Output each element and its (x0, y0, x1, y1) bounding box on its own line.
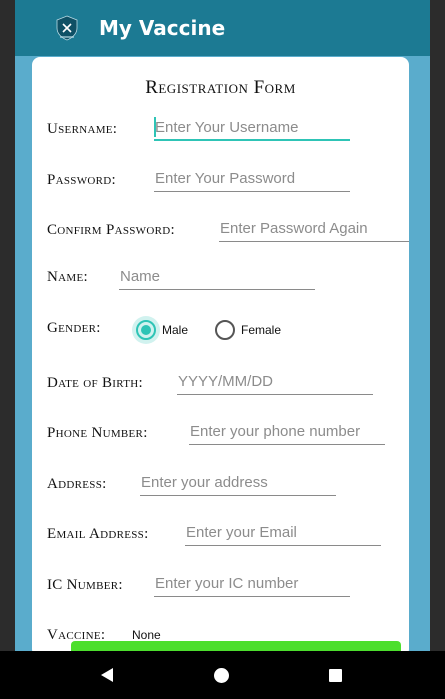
address-label: Address: (47, 476, 107, 492)
radio-checked-icon (136, 320, 156, 340)
home-icon (213, 667, 229, 683)
ic-input[interactable] (154, 571, 350, 595)
recents-icon (328, 668, 342, 682)
ic-field[interactable] (154, 571, 350, 597)
submit-button[interactable] (71, 641, 401, 651)
username-input[interactable] (154, 115, 350, 139)
address-field[interactable] (140, 470, 336, 496)
confirm-password-input[interactable] (219, 216, 409, 240)
ic-label: IC Number: (47, 577, 123, 593)
phone-field[interactable] (189, 419, 385, 445)
form-title: Registration Form (145, 77, 296, 98)
back-icon (101, 668, 113, 682)
text-cursor (154, 117, 156, 137)
gender-male-label: Male (162, 323, 189, 337)
password-label: Password: (47, 172, 116, 188)
right-frame (430, 0, 445, 651)
radio-unchecked-icon (215, 320, 235, 340)
app-bar: My Vaccine (15, 0, 430, 56)
email-input[interactable] (185, 520, 381, 544)
phone-input[interactable] (189, 419, 385, 443)
address-input[interactable] (140, 470, 336, 494)
confirm-password-label: Confirm Password: (47, 222, 175, 238)
app-logo-icon (56, 15, 78, 41)
left-frame (0, 0, 15, 651)
username-label: Username: (47, 121, 118, 137)
dob-label: Date of Birth: (47, 375, 143, 391)
gender-label: Gender: (47, 320, 101, 336)
phone-label: Phone Number: (47, 425, 148, 441)
password-input[interactable] (154, 166, 350, 190)
app-title: My Vaccine (99, 16, 226, 40)
name-input[interactable] (119, 264, 315, 288)
dob-input[interactable] (177, 369, 373, 393)
nav-home-button[interactable] (191, 651, 251, 699)
nav-back-button[interactable] (77, 651, 137, 699)
name-field[interactable] (119, 264, 315, 290)
registration-card: Registration Form Username: Password: Co… (32, 57, 409, 651)
gender-male-radio[interactable]: Male (132, 316, 189, 344)
nav-recents-button[interactable] (305, 651, 365, 699)
email-field[interactable] (185, 520, 381, 546)
gender-female-radio[interactable]: Female (215, 320, 281, 340)
system-nav-bar (0, 651, 445, 699)
email-label: Email Address: (47, 526, 149, 542)
dob-field[interactable] (177, 369, 373, 395)
app-screen: My Vaccine Registration Form Username: P… (15, 0, 430, 651)
password-field[interactable] (154, 166, 350, 192)
vaccine-select[interactable]: None (132, 628, 161, 642)
gender-female-label: Female (241, 323, 282, 337)
confirm-password-field[interactable] (219, 216, 409, 242)
name-label: Name: (47, 269, 88, 285)
username-field[interactable] (154, 115, 350, 141)
